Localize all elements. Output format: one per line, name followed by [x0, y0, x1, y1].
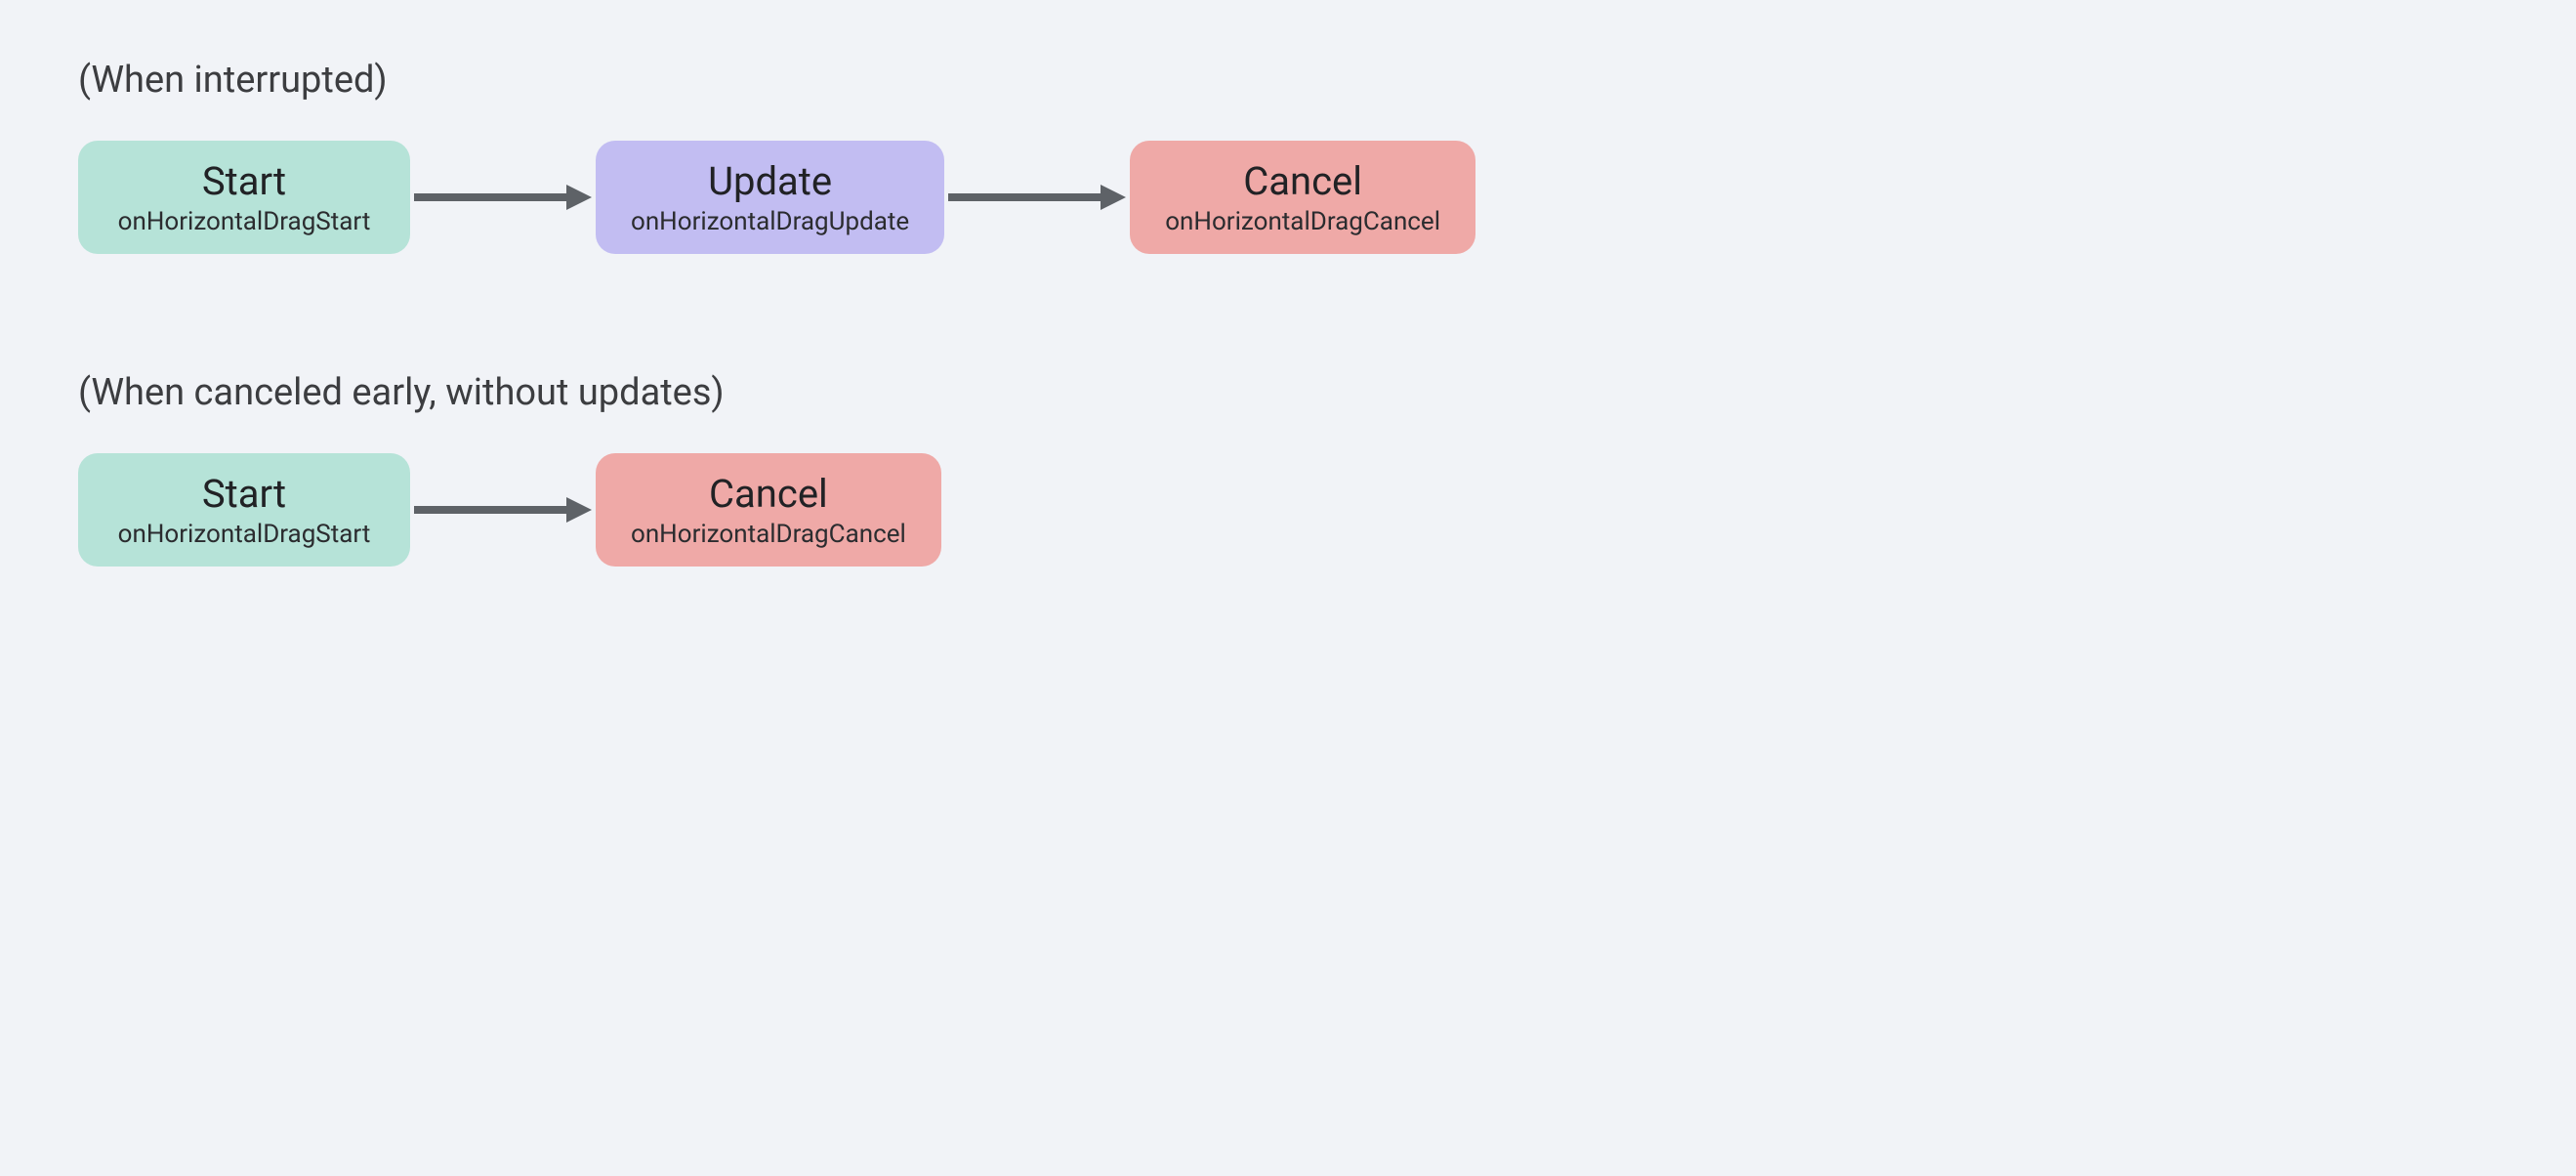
node-update: Update onHorizontalDragUpdate: [596, 141, 944, 254]
node-cancel: Cancel onHorizontalDragCancel: [596, 453, 941, 567]
flow-section-interrupted: (When interrupted) Start onHorizontalDra…: [78, 59, 2498, 254]
section-label: (When interrupted): [78, 59, 2498, 102]
flow-row: Start onHorizontalDragStart Update onHor…: [78, 141, 2498, 254]
arrow-right-icon: [944, 188, 1130, 207]
node-title: Update: [631, 158, 909, 205]
flow-row: Start onHorizontalDragStart Cancel onHor…: [78, 453, 2498, 567]
node-start: Start onHorizontalDragStart: [78, 453, 410, 567]
arrow-right-icon: [410, 500, 596, 520]
node-sub: onHorizontalDragStart: [113, 520, 375, 549]
section-label: (When canceled early, without updates): [78, 371, 2498, 414]
node-title: Start: [113, 158, 375, 205]
node-sub: onHorizontalDragCancel: [631, 520, 906, 549]
node-sub: onHorizontalDragUpdate: [631, 207, 909, 236]
node-title: Start: [113, 471, 375, 518]
node-title: Cancel: [631, 471, 906, 518]
node-title: Cancel: [1165, 158, 1440, 205]
arrow-right-icon: [410, 188, 596, 207]
node-cancel: Cancel onHorizontalDragCancel: [1130, 141, 1475, 254]
node-start: Start onHorizontalDragStart: [78, 141, 410, 254]
node-sub: onHorizontalDragStart: [113, 207, 375, 236]
flow-section-early-cancel: (When canceled early, without updates) S…: [78, 371, 2498, 567]
node-sub: onHorizontalDragCancel: [1165, 207, 1440, 236]
